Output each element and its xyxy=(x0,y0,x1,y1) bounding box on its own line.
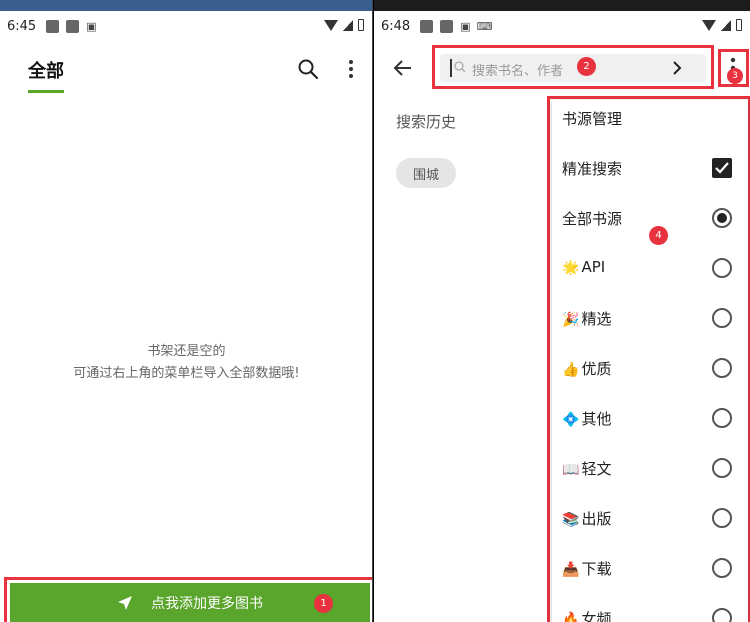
radio-icon[interactable] xyxy=(712,308,732,328)
inbox-tray-icon: 📥 xyxy=(562,562,580,578)
host-window-strip xyxy=(0,0,372,11)
battery-icon xyxy=(358,19,364,31)
bookshelf-screen: 6:45 ▣ 全部 书架还是空的 可通过右上角的菜单栏导入全部数据哦! 点我添加… xyxy=(0,0,373,622)
overflow-menu: 书源管理 精准搜索 全部书源 4 🌟 API 🎉 精选 👍 优质 💠 其他 📖 … xyxy=(552,100,748,622)
notification-icon xyxy=(420,19,434,33)
annotation-badge-4: 4 xyxy=(649,226,668,245)
radio-icon[interactable] xyxy=(712,608,732,622)
menu-item-label: 💠 其他 xyxy=(562,408,611,429)
add-books-label: 点我添加更多图书 xyxy=(151,595,263,612)
group-name: API xyxy=(581,258,606,276)
radio-icon[interactable] xyxy=(712,258,732,278)
search-placeholder: 搜索书名、作者 xyxy=(472,64,564,79)
signal-icon xyxy=(721,19,731,31)
status-indicators xyxy=(702,19,742,31)
annotation-badge-2: 2 xyxy=(577,57,596,76)
status-bar: 6:48 ▣ ⌨ xyxy=(374,11,750,41)
empty-shelf-text: 书架还是空的 xyxy=(147,344,226,359)
menu-item-label: 书源管理 xyxy=(562,110,623,128)
battery-icon xyxy=(736,19,742,31)
radio-icon[interactable] xyxy=(712,408,732,428)
diamond-icon: 💠 xyxy=(562,412,580,428)
group-name: 下载 xyxy=(581,560,612,578)
radio-icon[interactable] xyxy=(712,558,732,578)
notification-icon xyxy=(440,19,454,33)
notification-icon xyxy=(66,19,80,33)
text-cursor xyxy=(450,59,452,77)
chevron-right-icon[interactable] xyxy=(670,59,684,77)
more-vert-icon[interactable] xyxy=(345,58,357,80)
search-input[interactable]: 搜索书名、作者 xyxy=(440,54,706,82)
menu-item-label: 📥 下载 xyxy=(562,558,611,579)
screenshot-root: 6:45 ▣ 全部 书架还是空的 可通过右上角的菜单栏导入全部数据哦! 点我添加… xyxy=(0,0,750,622)
menu-item-group[interactable]: 🌟 API xyxy=(552,250,748,300)
status-indicators xyxy=(324,19,364,31)
menu-item-label: 🎉 精选 xyxy=(562,308,611,329)
search-screen: 6:48 ▣ ⌨ 搜索书名、作者 2 3 搜索历史 围城 书源管理 精准搜索 全… xyxy=(374,0,750,622)
tab-indicator xyxy=(28,90,64,93)
radio-icon[interactable] xyxy=(712,458,732,478)
menu-item-group[interactable]: 💠 其他 xyxy=(552,400,748,450)
menu-item-group[interactable]: 🎉 精选 xyxy=(552,300,748,350)
top-tabs: 全部 xyxy=(0,52,372,94)
menu-item-group[interactable]: 📖 轻文 xyxy=(552,450,748,500)
books-icon: 📚 xyxy=(562,512,580,528)
group-name: 优质 xyxy=(581,360,612,378)
radio-selected-icon[interactable] xyxy=(712,208,732,228)
host-window-strip xyxy=(374,0,750,11)
status-time: 6:48 xyxy=(381,18,411,34)
tab-all[interactable]: 全部 xyxy=(28,57,64,83)
star-icon: 🌟 xyxy=(562,260,580,276)
keyboard-notification-icon: ▣ xyxy=(460,19,471,33)
signal-icon xyxy=(343,19,353,31)
menu-item-group[interactable]: 📚 出版 xyxy=(552,500,748,550)
keyboard-icon: ⌨ xyxy=(476,19,493,33)
group-name: 女频 xyxy=(581,610,612,622)
menu-item-label: 精准搜索 xyxy=(562,160,623,178)
group-name: 轻文 xyxy=(581,460,612,478)
send-icon xyxy=(118,595,132,610)
empty-shelf-hint: 可通过右上角的菜单栏导入全部数据哦! xyxy=(73,366,300,381)
open-book-icon: 📖 xyxy=(562,462,580,478)
menu-item-label: 👍 优质 xyxy=(562,358,611,379)
menu-item-group[interactable]: 👍 优质 xyxy=(552,350,748,400)
annotation-badge-1: 1 xyxy=(314,594,333,613)
keyboard-notification-icon: ▣ xyxy=(86,19,97,33)
menu-item-label: 🔥 女频 xyxy=(562,608,611,622)
notification-icon xyxy=(46,19,60,33)
wifi-icon xyxy=(324,19,338,31)
wifi-icon xyxy=(702,19,716,31)
status-time: 6:45 xyxy=(7,18,37,34)
search-history-title: 搜索历史 xyxy=(396,113,457,131)
history-chip[interactable]: 围城 xyxy=(396,158,456,188)
checkbox-checked-icon[interactable] xyxy=(712,158,732,178)
radio-icon[interactable] xyxy=(712,358,732,378)
menu-item-all-sources[interactable]: 全部书源 xyxy=(552,200,748,250)
menu-item-label: 全部书源 xyxy=(562,210,623,228)
group-name: 精选 xyxy=(581,310,612,328)
back-arrow-icon[interactable] xyxy=(392,57,414,79)
thumbs-up-icon: 👍 xyxy=(562,362,580,378)
fire-icon: 🔥 xyxy=(562,612,580,622)
search-icon[interactable] xyxy=(297,58,319,80)
menu-item-source-manage[interactable]: 书源管理 xyxy=(552,100,748,150)
search-icon xyxy=(454,61,466,73)
status-bar: 6:45 ▣ xyxy=(0,11,372,41)
menu-item-group[interactable]: 🔥 女频 xyxy=(552,600,748,622)
menu-item-label: 📖 轻文 xyxy=(562,458,611,479)
menu-item-group[interactable]: 📥 下载 xyxy=(552,550,748,600)
group-name: 出版 xyxy=(581,510,612,528)
menu-item-precise-search[interactable]: 精准搜索 xyxy=(552,150,748,200)
annotation-badge-3: 3 xyxy=(727,68,743,84)
menu-item-label: 🌟 API xyxy=(562,258,605,276)
party-icon: 🎉 xyxy=(562,312,580,328)
radio-icon[interactable] xyxy=(712,508,732,528)
menu-item-label: 📚 出版 xyxy=(562,508,611,529)
group-name: 其他 xyxy=(581,410,612,428)
